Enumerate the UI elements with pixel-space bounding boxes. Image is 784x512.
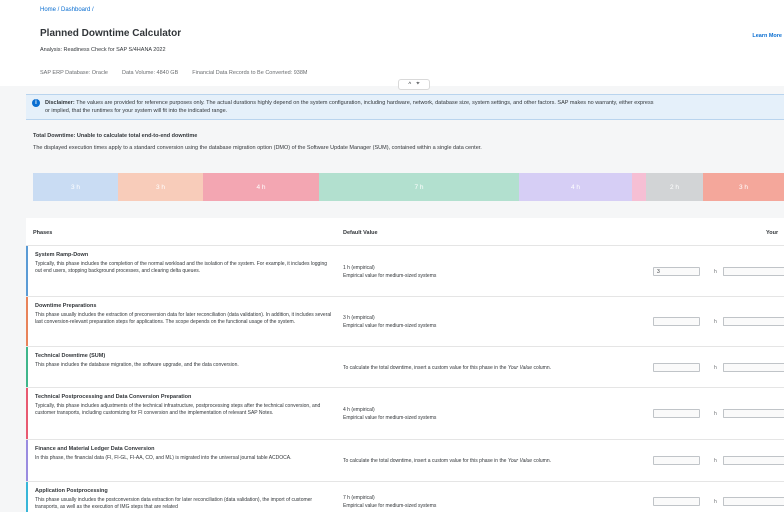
timeline-segment[interactable]: 2 h xyxy=(646,173,703,201)
table-header: Phases Default Value Your xyxy=(26,218,784,246)
phase-title: Technical Downtime (SUM) xyxy=(35,353,106,359)
default-value: 1 h (empirical) xyxy=(343,265,375,271)
phase-description: In this phase, the financial data (FI, F… xyxy=(35,455,292,461)
your-value-input[interactable] xyxy=(723,363,784,372)
system-meta: SAP ERP Database: Oracle Data Volume: 48… xyxy=(40,70,308,76)
table-row: Finance and Material Ledger Data Convers… xyxy=(26,440,784,482)
phase-color-bar xyxy=(26,297,28,346)
hours-input[interactable] xyxy=(653,456,700,465)
hours-input[interactable] xyxy=(653,363,700,372)
disclaimer-line-1: The values are provided for reference pu… xyxy=(74,100,654,106)
column-header-phases: Phases xyxy=(33,230,53,236)
default-value: 7 h (empirical) xyxy=(343,495,375,501)
disclaimer-label: Disclaimer: xyxy=(45,100,75,106)
downtime-timeline: 3 h3 h4 h7 h4 h2 h3 h xyxy=(33,173,784,201)
table-row: Application Postprocessing This phase us… xyxy=(26,482,784,512)
hours-input[interactable] xyxy=(653,497,700,506)
phase-description: This phase includes the database migrati… xyxy=(35,362,239,368)
disclaimer-line-2: or implied, that the runtimes for your s… xyxy=(45,108,228,114)
your-value-input[interactable] xyxy=(723,456,784,465)
meta-database: SAP ERP Database: Oracle xyxy=(40,70,108,76)
default-value-note: Empirical value for medium-sized systems xyxy=(343,503,437,509)
table-row: System Ramp-Down Typically, this phase i… xyxy=(26,246,784,297)
phase-color-bar xyxy=(26,482,28,512)
phase-color-bar xyxy=(26,388,28,439)
disclaimer-text: Disclaimer: The values are provided for … xyxy=(45,99,784,115)
breadcrumb[interactable]: Home / Dashboard / xyxy=(40,7,94,13)
your-value-input[interactable] xyxy=(723,267,784,276)
phase-title: Downtime Preparations xyxy=(35,303,97,309)
default-value-note: Empirical value for medium-sized systems xyxy=(343,273,437,279)
pin-header-icon[interactable]: ⌖ xyxy=(416,81,419,88)
info-icon: i xyxy=(32,99,40,107)
hours-unit: h xyxy=(714,499,717,505)
page-title: Planned Downtime Calculator xyxy=(40,28,182,39)
phase-title: System Ramp-Down xyxy=(35,252,89,258)
meta-data-volume: Data Volume: 4840 GB xyxy=(121,70,179,76)
phase-color-bar xyxy=(26,246,28,296)
timeline-segment[interactable]: 3 h xyxy=(703,173,784,201)
disclaimer-banner: i Disclaimer: The values are provided fo… xyxy=(26,94,784,120)
timeline-segment[interactable] xyxy=(632,173,646,201)
column-header-default-value: Default Value xyxy=(343,230,378,236)
hours-unit: h xyxy=(714,365,717,371)
phase-color-bar xyxy=(26,347,28,387)
your-value-input[interactable] xyxy=(723,317,784,326)
table-row: Technical Downtime (SUM) This phase incl… xyxy=(26,347,784,388)
phase-title: Finance and Material Ledger Data Convers… xyxy=(35,446,155,452)
phases-table: Phases Default Value Your System Ramp-Do… xyxy=(26,218,784,512)
hours-input[interactable] xyxy=(653,267,700,276)
default-value-note: Empirical value for medium-sized systems xyxy=(343,323,437,329)
timeline-segment[interactable]: 3 h xyxy=(118,173,203,201)
hours-unit: h xyxy=(714,411,717,417)
page-subtitle: Analysis: Readiness Check for SAP S/4HAN… xyxy=(40,47,166,53)
table-row: Downtime Preparations This phase usually… xyxy=(26,297,784,347)
total-downtime-description: The displayed execution times apply to a… xyxy=(33,145,482,151)
phase-description: Typically, this phase includes the compl… xyxy=(35,261,328,274)
hours-input[interactable] xyxy=(653,317,700,326)
header-toggle: ^ ⌖ xyxy=(398,79,430,90)
timeline-segment[interactable]: 4 h xyxy=(519,173,632,201)
your-value-input[interactable] xyxy=(723,497,784,506)
default-value-note: To calculate the total downtime, insert … xyxy=(343,365,551,371)
collapse-header-icon[interactable]: ^ xyxy=(408,82,411,88)
column-header-your-value: Your xyxy=(766,230,779,236)
phase-title: Application Postprocessing xyxy=(35,488,108,494)
hours-unit: h xyxy=(714,458,717,464)
phase-color-bar xyxy=(26,440,28,481)
hours-unit: h xyxy=(714,319,717,325)
timeline-segment[interactable]: 3 h xyxy=(33,173,118,201)
phase-description: This phase usually includes the extracti… xyxy=(35,312,332,325)
phase-title: Technical Postprocessing and Data Conver… xyxy=(35,394,192,400)
your-value-input[interactable] xyxy=(723,409,784,418)
meta-financial-records: Financial Data Records to Be Converted: … xyxy=(192,70,308,76)
default-value: 3 h (empirical) xyxy=(343,315,375,321)
page-header: Home / Dashboard / Planned Downtime Calc… xyxy=(0,0,784,86)
learn-more-link[interactable]: Learn More xyxy=(752,33,782,39)
hours-unit: h xyxy=(714,269,717,275)
phase-description: Typically, this phase includes adjustmen… xyxy=(35,403,321,416)
timeline-segment[interactable]: 4 h xyxy=(203,173,319,201)
default-value: 4 h (empirical) xyxy=(343,407,375,413)
timeline-segment[interactable]: 7 h xyxy=(319,173,519,201)
hours-input[interactable] xyxy=(653,409,700,418)
table-row: Technical Postprocessing and Data Conver… xyxy=(26,388,784,440)
total-downtime-title: Total Downtime: Unable to calculate tota… xyxy=(33,133,198,139)
default-value-note: To calculate the total downtime, insert … xyxy=(343,458,551,464)
default-value-note: Empirical value for medium-sized systems xyxy=(343,415,437,421)
phase-description: This phase usually includes the postconv… xyxy=(35,497,313,510)
